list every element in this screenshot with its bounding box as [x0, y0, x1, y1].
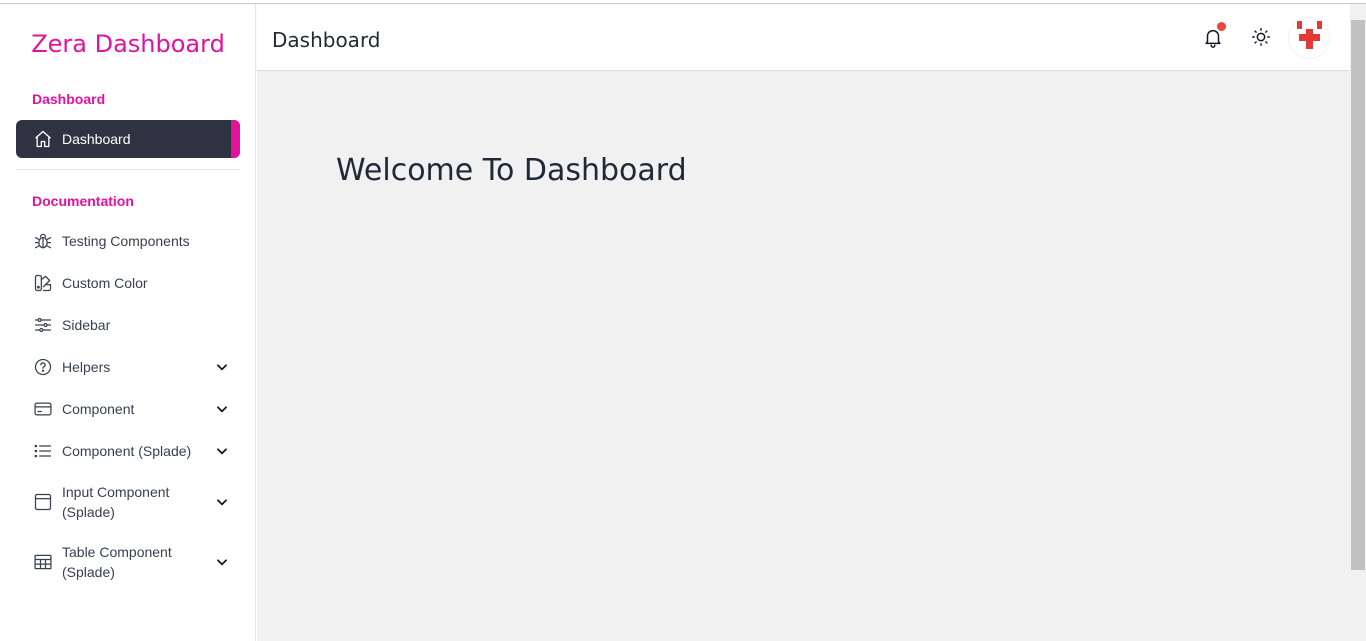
palette-icon — [32, 272, 54, 294]
sidebar-item-label: Table Component (Splade) — [62, 542, 172, 582]
page-title: Dashboard — [272, 28, 381, 52]
sidebar-item-label: Helpers — [62, 359, 111, 375]
notification-badge — [1217, 22, 1226, 31]
scrollbar-thumb[interactable] — [1351, 20, 1365, 570]
sidebar-item-label: Component — [62, 401, 135, 417]
divider — [16, 169, 240, 170]
sidebar-item-label: Dashboard — [62, 131, 131, 147]
sidebar-item-input-component-splade[interactable]: Input Component (Splade) — [16, 478, 240, 526]
chevron-down-icon[interactable] — [214, 554, 230, 570]
top-header: Dashboard — [257, 4, 1350, 71]
main-content: Welcome To Dashboard — [257, 71, 1350, 641]
active-indicator — [231, 120, 240, 158]
section-title-documentation: Documentation — [32, 193, 134, 209]
sidebar-item-helpers[interactable]: Helpers — [16, 348, 240, 386]
sidebar-item-custom-color[interactable]: Custom Color — [16, 264, 240, 302]
sidebar-item-table-component-splade[interactable]: Table Component (Splade) — [16, 538, 240, 586]
sidebar-item-label: Testing Components — [62, 233, 190, 249]
avatar[interactable] — [1289, 18, 1329, 58]
card-icon — [32, 398, 54, 420]
sidebar-item-component-splade[interactable]: Component (Splade) — [16, 432, 240, 470]
sidebar-item-label-line2: (Splade) — [62, 504, 115, 520]
sidebar-item-label: Sidebar — [62, 317, 111, 333]
sun-icon — [1250, 26, 1272, 48]
sidebar: Zera Dashboard Dashboard Dashboard Docum… — [0, 4, 256, 641]
sidebar-item-label-line2: (Splade) — [62, 564, 115, 580]
avatar-logo — [1297, 21, 1322, 49]
sidebar-item-label: Custom Color — [62, 275, 148, 291]
chevron-down-icon[interactable] — [214, 401, 230, 417]
chevron-down-icon[interactable] — [214, 359, 230, 375]
notifications-button[interactable] — [1200, 22, 1226, 50]
question-circle-icon — [32, 356, 54, 378]
sidebar-item-sidebar[interactable]: Sidebar — [16, 306, 240, 344]
sidebar-item-component[interactable]: Component — [16, 390, 240, 428]
sidebar-item-label: Input Component (Splade) — [62, 482, 169, 522]
sidebar-item-dashboard[interactable]: Dashboard — [16, 120, 240, 158]
table-icon — [32, 551, 54, 573]
sliders-icon — [32, 314, 54, 336]
bug-icon — [32, 230, 54, 252]
scrollbar[interactable] — [1350, 4, 1366, 641]
window-icon — [32, 491, 54, 513]
chevron-down-icon[interactable] — [214, 494, 230, 510]
theme-toggle-button[interactable] — [1248, 24, 1274, 50]
home-icon — [32, 128, 54, 150]
list-icon — [32, 440, 54, 462]
section-title-dashboard: Dashboard — [32, 91, 106, 107]
sidebar-item-label-line1: Input Component — [62, 484, 170, 500]
sidebar-item-label: Component (Splade) — [62, 443, 192, 459]
brand-title[interactable]: Zera Dashboard — [0, 30, 256, 58]
sidebar-item-testing-components[interactable]: Testing Components — [16, 222, 240, 260]
sidebar-item-label-line1: Table Component — [62, 544, 172, 560]
welcome-heading: Welcome To Dashboard — [336, 153, 687, 188]
chevron-down-icon[interactable] — [214, 443, 230, 459]
